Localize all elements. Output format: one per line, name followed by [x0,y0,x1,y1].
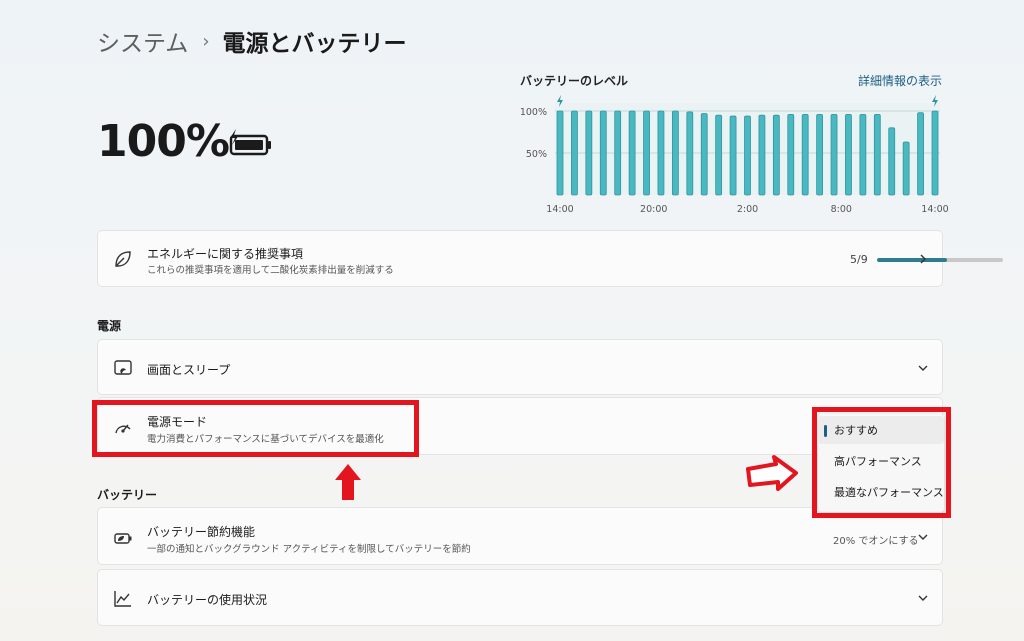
battery-saver-title: バッテリー節約機能 [147,525,256,539]
x-tick-label: 20:00 [640,204,667,215]
battery-usage-title: バッテリーの使用状況 [147,593,268,607]
chart-bar [787,113,795,196]
chart-bar [729,115,737,196]
chart-bar [902,141,910,196]
chart-bar [686,111,694,196]
chart-bar [816,113,824,196]
chart-bar [628,110,636,196]
leaf-icon [115,251,131,267]
chart-bar [556,110,564,196]
x-tick-label: 14:00 [546,204,573,215]
chart-bar [700,113,708,196]
usage-chart-icon [114,591,131,607]
power-section-heading: 電源 [97,319,122,333]
screen-sleep-icon [114,360,132,375]
chart-bar [888,127,896,196]
chart-bar [744,115,751,196]
breadcrumb-separator: › [202,30,210,52]
chart-bar [917,112,924,196]
chart-bar [931,110,939,196]
recommendations-subtitle: これらの推奨事項を適用して二酸化炭素排出量を削減する [147,265,394,276]
right-arrow-icon [746,455,798,491]
chart-bar [859,113,867,196]
recommendations-count: 5/9 [850,253,868,266]
breadcrumb-system-link[interactable]: システム [97,24,188,58]
recommendations-title: エネルギーに関する推奨事項 [147,247,304,261]
chevron-right-icon [920,254,926,264]
battery-level-text: 100% [97,116,230,167]
page-title: 電源とバッテリー [222,31,407,57]
recommendations-progress-fill [877,258,948,262]
screen-sleep-card[interactable]: 画面とスリープ [97,339,943,395]
chart-bar [801,113,809,196]
battery-usage-card[interactable]: バッテリーの使用状況 [97,569,943,626]
up-arrow-icon [335,464,361,500]
highlight-power-mode-box [92,400,419,457]
y-tick-label: 50% [526,149,547,160]
x-tick-label: 8:00 [831,204,852,215]
x-tick-label: 14:00 [921,204,948,215]
chart-bar [643,110,650,196]
chevron-down-icon[interactable] [916,591,930,605]
chart-bar [657,110,665,196]
battery-saver-subtitle: 一部の通知とバックグラウンド アクティビティを制限してバッテリーを節約 [147,544,471,555]
chart-bar [571,110,578,196]
breadcrumb: システム › 電源とバッテリー [97,24,407,58]
screen-sleep-title: 画面とスリープ [147,363,231,377]
energy-recommendations-card[interactable]: エネルギーに関する推奨事項 これらの推奨事項を適用して二酸化炭素排出量を削減する… [97,230,1003,287]
chart-bar [830,113,838,196]
recommendations-progress [877,258,1003,262]
chart-bar [715,114,723,196]
details-link[interactable]: 詳細情報の表示 [858,72,942,89]
chart-bar [873,113,881,196]
chevron-down-icon[interactable] [916,361,930,375]
chevron-down-icon[interactable] [916,530,930,544]
chart-bar [585,110,593,196]
battery-section-heading: バッテリー [97,488,158,502]
chart-bar [845,113,852,196]
highlight-dropdown-box [812,407,951,518]
chart-bar [614,110,622,196]
chart-bar [671,110,679,196]
chart-title: バッテリーのレベル [520,74,629,88]
battery-saver-icon [114,533,132,544]
chart-bar [599,110,607,196]
battery-saver-threshold: 20% でオンにする [833,536,919,547]
chart-bar [772,114,780,196]
x-tick-label: 2:00 [737,204,758,215]
chart-bar [758,114,766,196]
battery-charging-icon [229,129,271,156]
y-tick-label: 100% [520,107,547,118]
battery-level-chart: 100% 50% 14:00 20:00 2:00 8:00 14:00 [520,95,949,215]
